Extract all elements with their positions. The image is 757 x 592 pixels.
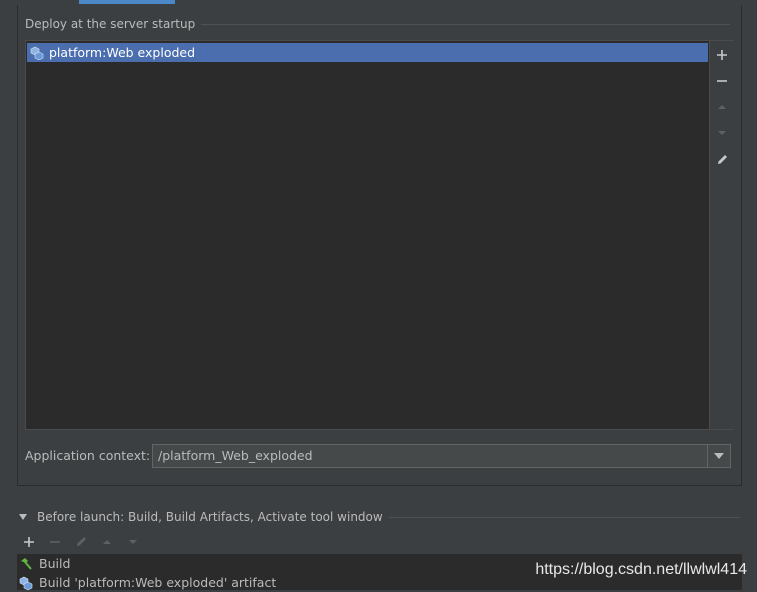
add-icon (717, 50, 727, 60)
before-launch-title[interactable]: Before launch: Build, Build Artifacts, A… (37, 510, 389, 524)
list-item-label: Build 'platform:Web exploded' artifact (39, 575, 277, 590)
move-up-icon[interactable] (101, 536, 113, 548)
list-item[interactable]: platform:Web exploded (27, 43, 708, 62)
move-up-button[interactable] (714, 99, 730, 115)
collapse-arrow-icon[interactable] (19, 514, 27, 520)
before-launch-toolbar (17, 532, 217, 552)
remove-icon[interactable] (49, 536, 61, 548)
edit-button[interactable] (714, 151, 730, 167)
deploy-group-title: Deploy at the server startup (25, 17, 202, 31)
chevron-down-icon (714, 453, 724, 459)
watermark: https://blog.csdn.net/llwlwl414 (535, 561, 747, 578)
move-down-button[interactable] (714, 125, 730, 141)
remove-icon (717, 80, 727, 82)
list-toolbar (709, 41, 734, 429)
deploy-artifact-list: platform:Web exploded (25, 40, 734, 430)
group-separator (348, 517, 740, 518)
list-item[interactable]: Build 'platform:Web exploded' artifact (17, 573, 276, 592)
move-down-icon (718, 131, 726, 135)
edit-icon (717, 154, 727, 164)
application-context-value[interactable]: /platform_Web_exploded (158, 448, 313, 463)
add-icon[interactable] (23, 536, 35, 548)
move-down-icon[interactable] (127, 536, 139, 548)
application-context-combobox[interactable]: /platform_Web_exploded (152, 444, 731, 468)
edit-icon[interactable] (75, 535, 88, 548)
artifact-icon (30, 46, 44, 60)
list-item-label: platform:Web exploded (49, 45, 196, 60)
list-item[interactable]: Build (17, 554, 70, 573)
remove-button[interactable] (714, 73, 730, 89)
artifact-icon (19, 576, 33, 590)
group-separator (175, 24, 730, 25)
list-area[interactable]: platform:Web exploded (26, 41, 709, 429)
list-item-label: Build (39, 556, 71, 571)
hammer-icon (21, 557, 32, 570)
active-tab-indicator (79, 0, 175, 4)
add-button[interactable] (714, 47, 730, 63)
move-up-icon (718, 105, 726, 109)
application-context-label: Application context: (25, 448, 151, 463)
dropdown-button[interactable] (707, 445, 730, 467)
